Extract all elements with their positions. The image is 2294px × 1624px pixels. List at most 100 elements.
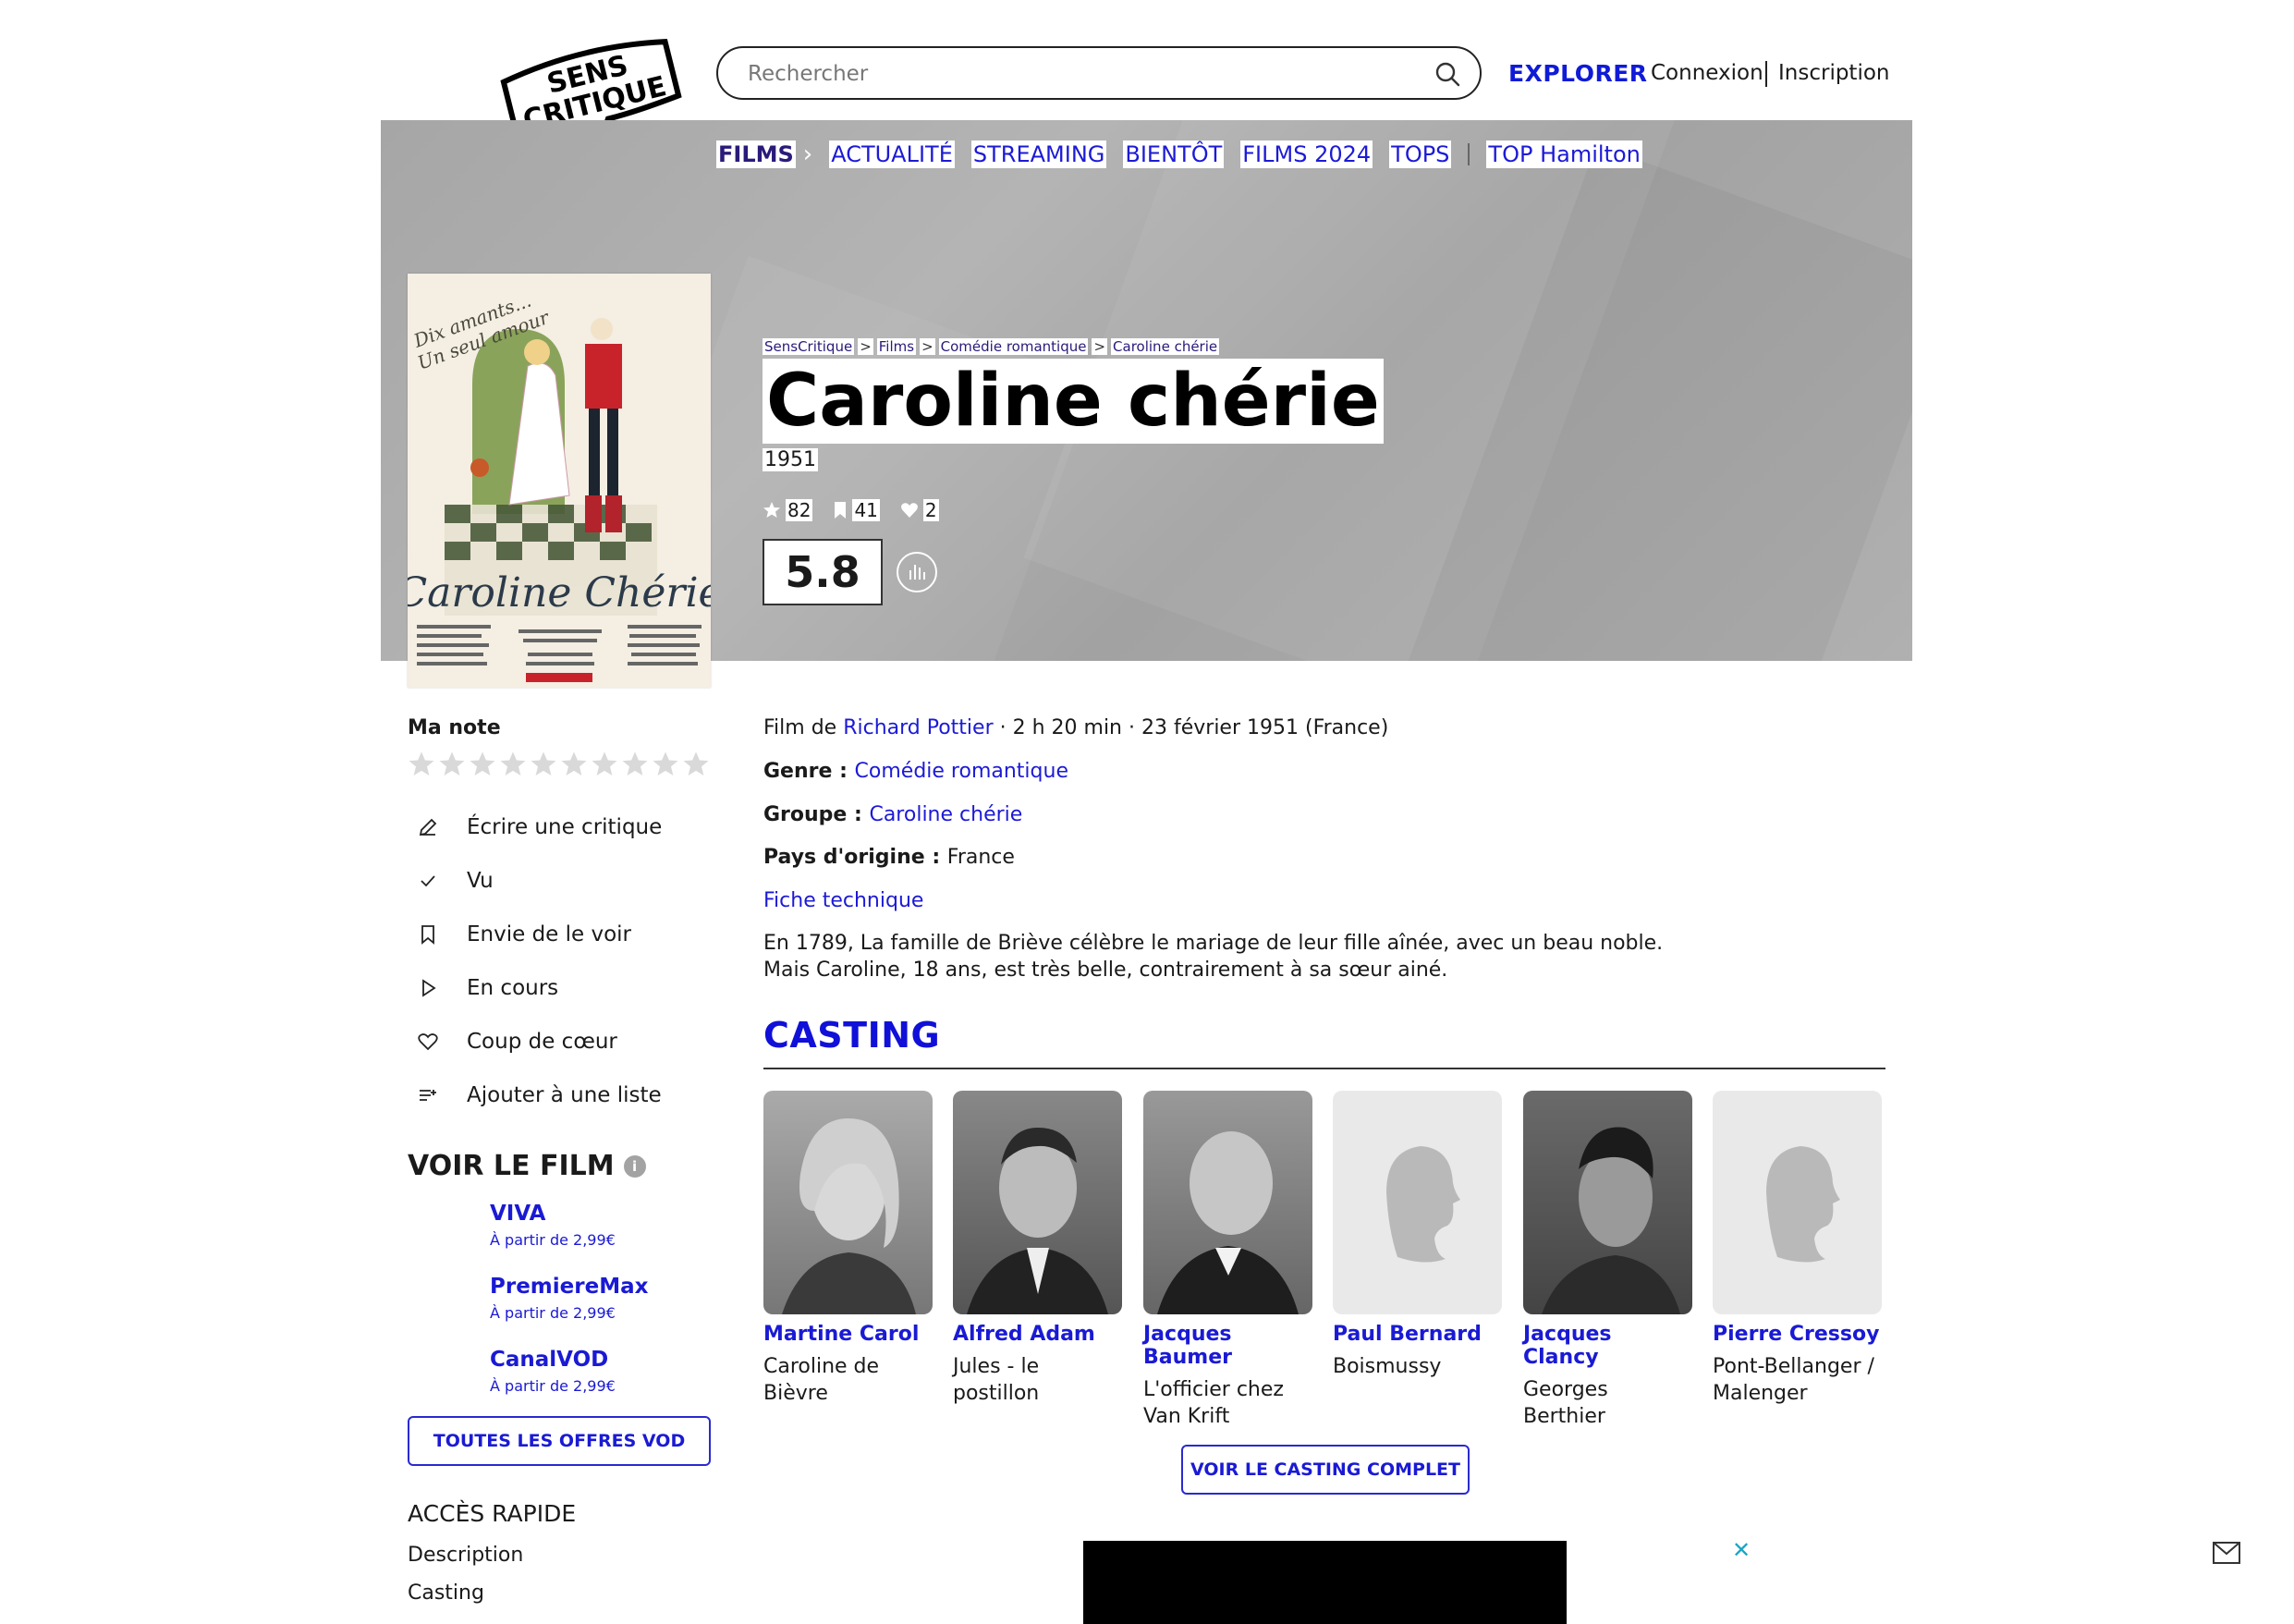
seen-action[interactable]: Vu <box>417 869 494 893</box>
actor-name[interactable]: Alfred Adam <box>953 1323 1122 1346</box>
my-rating-stars[interactable] <box>408 751 710 778</box>
breadcrumb: SensCritique > Films > Comédie romantiqu… <box>763 338 1220 355</box>
actor-photo[interactable] <box>1523 1091 1692 1314</box>
rating-star-icon[interactable] <box>621 751 649 778</box>
want-to-see-action[interactable]: Envie de le voir <box>417 922 631 946</box>
in-progress-label: En cours <box>467 976 559 1000</box>
actor-role: Caroline de Bièvre <box>763 1355 880 1405</box>
actor-name[interactable]: Jacques Baumer <box>1143 1323 1312 1369</box>
actor-card[interactable]: Jacques Baumer L'officier chez Van Krift <box>1143 1091 1312 1430</box>
nav-divider <box>1468 143 1470 165</box>
add-to-list-action[interactable]: Ajouter à une liste <box>417 1083 662 1107</box>
heart-icon <box>418 1033 438 1051</box>
nav-actualite[interactable]: ACTUALITÉ <box>829 140 955 168</box>
quick-access-heading: ACCÈS RAPIDE <box>408 1500 577 1527</box>
rating-star-icon[interactable] <box>438 751 466 778</box>
actor-photo[interactable] <box>953 1091 1122 1314</box>
wishlist-count: 41 <box>852 499 880 521</box>
all-vod-offers-button[interactable]: TOUTES LES OFFRES VOD <box>408 1416 711 1466</box>
poster-title: Caroline Chérie <box>408 569 711 617</box>
ad-banner[interactable] <box>1083 1541 1567 1624</box>
favorite-action[interactable]: Coup de cœur <box>417 1030 617 1054</box>
nav-bientot[interactable]: BIENTÔT <box>1123 140 1225 168</box>
film-credits-line: Film de Richard Pottier · 2 h 20 min · 2… <box>763 716 1388 739</box>
actor-name[interactable]: Pierre Cressoy <box>1713 1323 1882 1346</box>
nav-films[interactable]: FILMS <box>716 140 796 168</box>
bar-chart-icon <box>909 565 925 580</box>
breadcrumb-current[interactable]: Caroline chérie <box>1111 338 1220 355</box>
actor-name[interactable]: Jacques Clancy <box>1523 1323 1692 1369</box>
director-link[interactable]: Richard Pottier <box>843 716 993 739</box>
actor-card[interactable]: Alfred Adam Jules - le postillon <box>953 1091 1122 1407</box>
page-title: Caroline chérie <box>763 359 1384 444</box>
want-to-see-label: Envie de le voir <box>467 922 632 946</box>
actor-role: Jules - le postillon <box>953 1355 1040 1405</box>
search-bar[interactable] <box>716 46 1482 100</box>
signup-link[interactable]: Inscription <box>1778 61 1890 85</box>
write-review-action[interactable]: Écrire une critique <box>417 815 662 839</box>
play-icon <box>422 979 436 997</box>
country-value: France <box>946 846 1015 869</box>
vod-offer-canalvod[interactable]: CanalVOD À partir de 2,99€ <box>490 1348 616 1395</box>
breadcrumb-separator: > <box>920 338 935 355</box>
nav-top-hamilton[interactable]: TOP Hamilton <box>1486 140 1642 168</box>
actor-name[interactable]: Paul Bernard <box>1333 1323 1502 1346</box>
vod-price: À partir de 2,99€ <box>490 1377 616 1395</box>
nav-films-2024[interactable]: FILMS 2024 <box>1240 140 1373 168</box>
actor-card[interactable]: Pierre Cressoy Pont-Bellanger / Malenger <box>1713 1091 1882 1407</box>
rating-star-icon[interactable] <box>408 751 435 778</box>
genre-line: Genre : Comédie romantique <box>763 760 1068 783</box>
ratings-stat: 82 <box>763 499 813 521</box>
star-icon <box>763 502 780 518</box>
vod-price: À partir de 2,99€ <box>490 1304 616 1322</box>
nav-tops[interactable]: TOPS <box>1389 140 1452 168</box>
explorer-link[interactable]: EXPLORER <box>1508 60 1648 87</box>
actor-card[interactable]: Martine Carol Caroline de Bièvre <box>763 1091 933 1407</box>
search-input[interactable] <box>746 57 1397 91</box>
actor-photo[interactable] <box>763 1091 933 1314</box>
breadcrumb-films[interactable]: Films <box>876 338 917 355</box>
actor-photo[interactable] <box>1143 1091 1312 1314</box>
actor-card[interactable]: Jacques Clancy Georges Berthier <box>1523 1091 1692 1430</box>
genre-link[interactable]: Comédie romantique <box>855 760 1068 783</box>
rating-distribution-button[interactable] <box>897 552 937 592</box>
rating-star-icon[interactable] <box>560 751 588 778</box>
favorites-count: 2 <box>922 499 939 521</box>
main-nav: FILMS › ACTUALITÉ STREAMING BIENTÔT FILM… <box>716 140 1642 168</box>
in-progress-action[interactable]: En cours <box>417 976 558 1000</box>
actor-card[interactable]: Paul Bernard Boismussy <box>1333 1091 1502 1380</box>
quick-link-casting[interactable]: Casting <box>408 1581 484 1605</box>
film-poster[interactable]: Dix amants... Un seul amour Caroline Ché… <box>408 274 711 688</box>
rating-star-icon[interactable] <box>652 751 679 778</box>
breadcrumb-genre[interactable]: Comédie romantique <box>938 338 1089 355</box>
info-icon[interactable]: i <box>623 1154 646 1178</box>
rating-star-icon[interactable] <box>591 751 618 778</box>
my-rating-label: Ma note <box>408 716 501 739</box>
country-label: Pays d'origine : <box>763 846 947 869</box>
nav-streaming[interactable]: STREAMING <box>970 140 1107 168</box>
vod-offer-premieremax[interactable]: PremiereMax À partir de 2,99€ <box>490 1275 648 1322</box>
vod-name: CanalVOD <box>490 1348 609 1372</box>
fiche-technique-link[interactable]: Fiche technique <box>763 889 923 912</box>
rating-star-icon[interactable] <box>499 751 527 778</box>
rating-star-icon[interactable] <box>530 751 557 778</box>
close-icon[interactable]: ✕ <box>1732 1537 1751 1563</box>
groupe-link[interactable]: Caroline chérie <box>869 803 1022 826</box>
vod-offer-viva[interactable]: VIVA À partir de 2,99€ <box>490 1202 616 1249</box>
full-casting-button[interactable]: VOIR LE CASTING COMPLET <box>1181 1445 1470 1495</box>
search-icon[interactable] <box>1434 60 1461 88</box>
bookmark-icon <box>421 925 434 945</box>
mail-icon[interactable] <box>2213 1542 2240 1564</box>
rating-star-icon[interactable] <box>682 751 710 778</box>
login-link[interactable]: Connexion <box>1651 61 1763 85</box>
synopsis: En 1789, La famille de Briève célèbre le… <box>763 930 1780 983</box>
groupe-label: Groupe : <box>763 803 870 826</box>
actor-photo-placeholder[interactable] <box>1713 1091 1882 1314</box>
actor-name[interactable]: Martine Carol <box>763 1323 933 1346</box>
rating-star-icon[interactable] <box>469 751 496 778</box>
favorite-label: Coup de cœur <box>467 1030 617 1054</box>
groupe-line: Groupe : Caroline chérie <box>763 803 1022 826</box>
quick-link-description[interactable]: Description <box>408 1544 523 1567</box>
actor-photo-placeholder[interactable] <box>1333 1091 1502 1314</box>
breadcrumb-senscritique[interactable]: SensCritique <box>763 338 855 355</box>
